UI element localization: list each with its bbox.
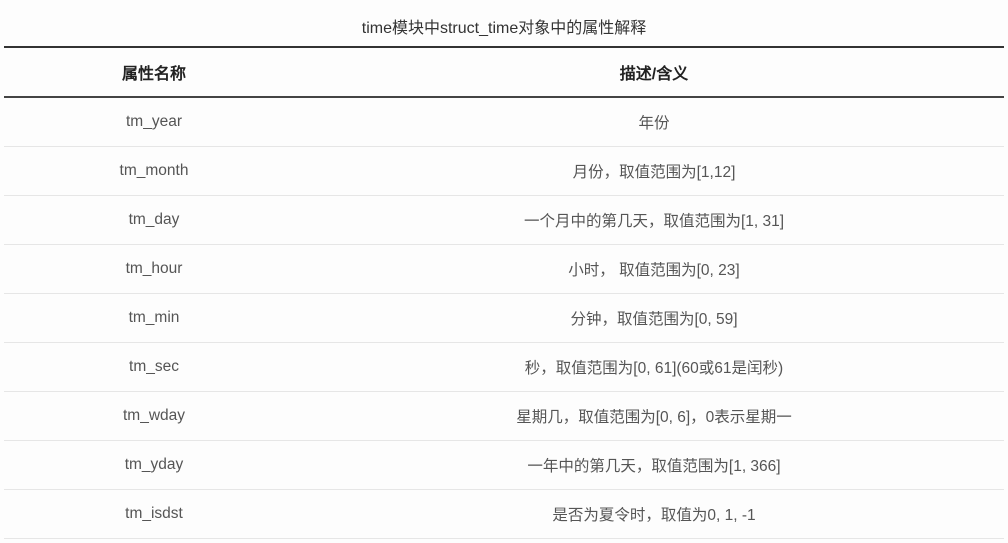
- attr-name: tm_hour: [4, 245, 304, 294]
- table-caption: time模块中struct_time对象中的属性解释: [4, 4, 1004, 47]
- table-row: tm_day 一个月中的第几天，取值范围为[1, 31]: [4, 196, 1004, 245]
- header-name: 属性名称: [4, 47, 304, 97]
- attr-desc: 是否为夏令时，取值为0, 1, -1: [304, 490, 1004, 539]
- table-row: tm_yday 一年中的第几天，取值范围为[1, 366]: [4, 441, 1004, 490]
- table-row: tm_isdst 是否为夏令时，取值为0, 1, -1: [4, 490, 1004, 539]
- table-row: tm_month 月份，取值范围为[1,12]: [4, 147, 1004, 196]
- attr-name: tm_year: [4, 97, 304, 147]
- attr-name: tm_sec: [4, 343, 304, 392]
- table-row: tm_year 年份: [4, 97, 1004, 147]
- attr-desc: 分钟，取值范围为[0, 59]: [304, 294, 1004, 343]
- attr-desc: 一年中的第几天，取值范围为[1, 366]: [304, 441, 1004, 490]
- attr-name: tm_yday: [4, 441, 304, 490]
- attr-desc: 年份: [304, 97, 1004, 147]
- attr-desc: 秒，取值范围为[0, 61](60或61是闰秒): [304, 343, 1004, 392]
- struct-time-table: time模块中struct_time对象中的属性解释 属性名称 描述/含义 tm…: [4, 4, 1004, 539]
- table-row: tm_min 分钟，取值范围为[0, 59]: [4, 294, 1004, 343]
- table-caption-row: time模块中struct_time对象中的属性解释: [4, 4, 1004, 47]
- attr-name: tm_min: [4, 294, 304, 343]
- attr-desc: 星期几，取值范围为[0, 6]，0表示星期一: [304, 392, 1004, 441]
- table-row: tm_sec 秒，取值范围为[0, 61](60或61是闰秒): [4, 343, 1004, 392]
- attr-name: tm_wday: [4, 392, 304, 441]
- table-header-row: 属性名称 描述/含义: [4, 47, 1004, 97]
- header-desc: 描述/含义: [304, 47, 1004, 97]
- attr-name: tm_day: [4, 196, 304, 245]
- attr-name: tm_month: [4, 147, 304, 196]
- attr-desc: 一个月中的第几天，取值范围为[1, 31]: [304, 196, 1004, 245]
- table-row: tm_wday 星期几，取值范围为[0, 6]，0表示星期一: [4, 392, 1004, 441]
- table-row: tm_hour 小时， 取值范围为[0, 23]: [4, 245, 1004, 294]
- attr-desc: 小时， 取值范围为[0, 23]: [304, 245, 1004, 294]
- attr-name: tm_isdst: [4, 490, 304, 539]
- attr-desc: 月份，取值范围为[1,12]: [304, 147, 1004, 196]
